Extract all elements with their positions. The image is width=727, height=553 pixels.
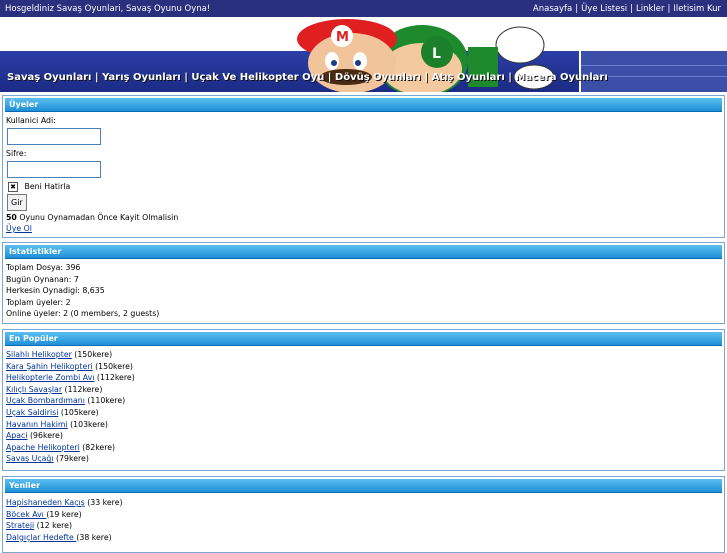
- top-bar: Hosgeldiniz Savaş Oyunlari, Savaş Oyunu …: [0, 0, 727, 17]
- welcome-text: Hosgeldiniz Savaş Oyunlari, Savaş Oyunu …: [5, 4, 211, 14]
- list-item: Apache Helikopteri (82kere): [6, 442, 720, 454]
- play-count: (103kere): [67, 419, 108, 429]
- play-count: (150kere): [71, 350, 113, 359]
- menu-ucak-helikopter[interactable]: Uçak Ve Helikopter Oyu: [191, 72, 324, 83]
- list-item: Strateji (12 kere): [6, 520, 720, 532]
- username-input[interactable]: [7, 128, 101, 145]
- stat-line: Bugün Oynanan: 7: [6, 274, 79, 284]
- game-link[interactable]: Hapishaneden Kaçış: [6, 498, 85, 507]
- game-link[interactable]: Strateji: [6, 521, 34, 530]
- remember-label: Beni Hatirla: [24, 182, 71, 191]
- game-link[interactable]: Kılıçlı Savaşlar: [6, 385, 62, 394]
- register-link[interactable]: Üye Ol: [6, 224, 32, 233]
- remember-checkbox[interactable]: ✖: [8, 182, 18, 192]
- list-item: Uçak Bombardımanı (110kere): [6, 395, 720, 407]
- list-item: Kılıçlı Savaşlar (112kere): [6, 384, 720, 396]
- play-count: (96kere): [27, 431, 63, 441]
- game-link[interactable]: Uçak Bombardımanı: [6, 396, 85, 405]
- game-link[interactable]: Apache Helikopteri: [6, 443, 80, 452]
- members-box: Üyeler Kullanici Adi: Sifre: ✖ Beni Hati…: [2, 95, 725, 238]
- link-iletisim[interactable]: Iletisim Kur: [673, 4, 721, 14]
- password-input[interactable]: [7, 161, 101, 178]
- login-button[interactable]: Gir: [7, 194, 27, 211]
- list-item: Apaci (96kere): [6, 430, 720, 442]
- svg-text:M: M: [336, 30, 349, 45]
- list-item: Uçak Saldirisi (105kere): [6, 407, 720, 419]
- list-item: Hapishaneden Kaçış (33 kere): [6, 497, 720, 509]
- statistics-box: Istatistikler Toplam Dosya: 396 Bugün Oy…: [2, 242, 725, 324]
- notice-text: Oyunu Oynamadan Önce Kayit Olmalisin: [16, 213, 179, 222]
- statistics-title: Istatistikler: [5, 245, 722, 259]
- notice-count: 50: [6, 213, 17, 222]
- menu-savas[interactable]: Savaş Oyunları: [7, 72, 91, 83]
- game-link[interactable]: Havanın Hakimi: [6, 420, 68, 429]
- play-count: (38 kere): [76, 532, 112, 542]
- stat-line: Online üyeler: 2 (0 members, 2 guests): [6, 309, 160, 319]
- popular-title: En Popüler: [5, 332, 722, 346]
- username-label: Kullanici Adi:: [6, 116, 56, 125]
- list-item: Kara Şahin Helikopteri (150kere): [6, 361, 720, 373]
- play-count: (33 kere): [84, 498, 123, 507]
- game-link[interactable]: Dalgıçlar Hedefte: [6, 533, 76, 542]
- play-count: (150kere): [92, 361, 133, 371]
- members-title: Üyeler: [5, 98, 722, 112]
- list-item: Dalgıçlar Hedefte (38 kere): [6, 532, 720, 544]
- menu-yaris[interactable]: Yarış Oyunları: [102, 72, 181, 83]
- game-link[interactable]: Uçak Saldirisi: [6, 408, 58, 417]
- play-count: (112kere): [62, 384, 103, 394]
- link-linkler[interactable]: Linkler: [636, 4, 665, 14]
- top-links: Anasayfa | Üye Listesi | Linkler | Iletisim Ku…: [532, 4, 721, 14]
- menu-macera[interactable]: Macera Oyunları: [515, 72, 607, 83]
- play-count: (112kere): [94, 373, 135, 383]
- game-link[interactable]: Helikopterle Zombi Avı: [6, 373, 94, 382]
- list-item: Havanın Hakimi (103kere): [6, 419, 720, 431]
- game-link[interactable]: Savaş Uçağı: [6, 454, 54, 463]
- menu-atis[interactable]: Atış Oyunları: [432, 72, 505, 83]
- link-anasayfa[interactable]: Anasayfa: [533, 4, 572, 14]
- password-label: Sifre:: [6, 149, 27, 158]
- list-item: Silahlı Helikopter (150kere): [6, 349, 720, 361]
- link-uye-listesi[interactable]: Üye Listesi: [581, 4, 627, 14]
- game-link[interactable]: Silahlı Helikopter: [6, 350, 72, 359]
- play-count: (79kere): [53, 454, 89, 464]
- play-count: (12 kere): [34, 521, 73, 531]
- game-link[interactable]: Apaci: [6, 431, 28, 440]
- play-count: (82kere): [79, 442, 116, 452]
- list-item: Böcek Avı (19 kere): [6, 509, 720, 521]
- menu-dovus[interactable]: Dövüş Oyunları: [335, 72, 421, 83]
- play-count: (110kere): [84, 396, 126, 406]
- category-menu: Savaş Oyunları | Yarış Oyunları | Uçak V…: [7, 72, 608, 83]
- list-item: Helikopterle Zombi Avı (112kere): [6, 372, 720, 384]
- play-count: (105kere): [58, 407, 99, 417]
- game-link[interactable]: Böcek Avı: [6, 510, 46, 519]
- stat-line: Toplam üyeler: 2: [6, 297, 71, 307]
- list-item: Savaş Uçağı (79kere): [6, 453, 720, 465]
- play-count: (19 kere): [46, 509, 82, 519]
- game-link[interactable]: Kara Şahin Helikopteri: [6, 362, 93, 371]
- stat-line: Herkesin Oynadigi: 8,635: [6, 286, 105, 296]
- new-games-box: Yeniler Hapishaneden Kaçış (33 kere) Böc…: [2, 476, 725, 553]
- stat-line: Toplam Dosya: 396: [6, 263, 81, 272]
- popular-box: En Popüler Silahlı Helikopter (150kere) …: [2, 329, 725, 471]
- new-games-title: Yeniler: [5, 479, 722, 493]
- svg-text:L: L: [432, 46, 441, 62]
